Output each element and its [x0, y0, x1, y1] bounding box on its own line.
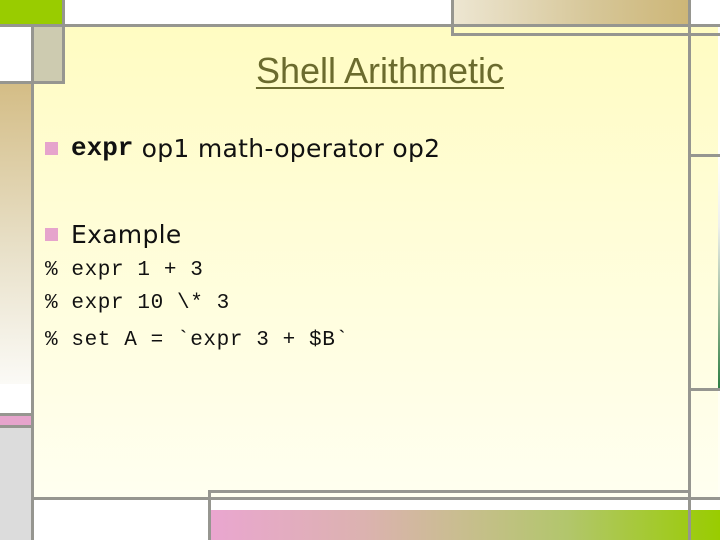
decorative-grey-block-left: [0, 428, 31, 540]
command-text: expr 10 \* 3: [71, 292, 230, 315]
bullet-text: Example: [71, 220, 182, 249]
bullet-keyword: expr: [71, 133, 134, 163]
prompt-symbol: %: [45, 259, 59, 282]
command-text: expr 1 + 3: [71, 259, 204, 282]
frame-line-left: [31, 24, 34, 540]
bullet-square-icon: [45, 228, 58, 241]
decorative-pink-strip-left: [0, 416, 31, 425]
decorative-tan-gradient-left: [0, 84, 31, 384]
decorative-green-block: [0, 0, 62, 24]
decorative-tan-gradient-top: [453, 0, 689, 24]
bullet-item-syntax: expr op1 math-operator op2: [45, 133, 440, 163]
code-line: % set A = `expr 3 + $B`: [45, 329, 349, 352]
command-text: set A = `expr 3 + $B`: [71, 329, 349, 352]
prompt-symbol: %: [45, 329, 59, 352]
code-line: % expr 10 \* 3: [45, 292, 230, 315]
frame-line-pink-top: [0, 413, 31, 416]
frame-line-bottom: [31, 497, 720, 500]
frame-line-right-lower: [691, 388, 720, 391]
decorative-pink-green-gradient-bottom: [210, 510, 720, 540]
slide-title: Shell Arithmetic: [255, 50, 505, 91]
frame-line-right-mid: [691, 154, 720, 157]
frame-line-top: [0, 24, 720, 27]
bullet-item-example: Example: [45, 220, 182, 249]
frame-line-top-inner: [453, 33, 720, 36]
bullet-square-icon: [45, 141, 58, 155]
prompt-symbol: %: [45, 292, 59, 315]
bullet-text: op1 math-operator op2: [133, 133, 441, 163]
frame-line-top-gradient-left: [451, 0, 454, 36]
code-line: % expr 1 + 3: [45, 259, 203, 282]
frame-line-bottom-box-top: [208, 490, 690, 493]
frame-line-pink-bottom: [0, 425, 31, 428]
